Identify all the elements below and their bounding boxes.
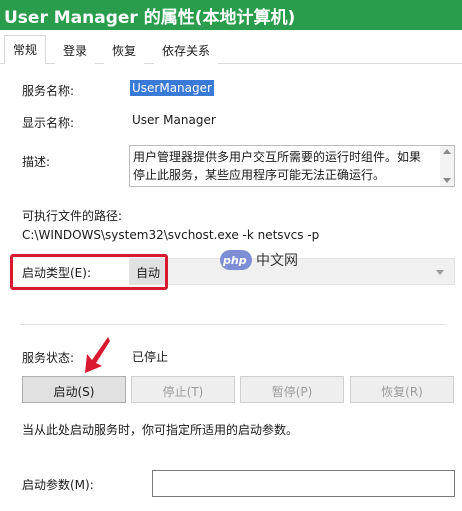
scroll-down-icon[interactable]	[443, 178, 451, 183]
service-status-value: 已停止	[132, 350, 169, 364]
divider	[20, 324, 445, 325]
php-logo-icon: php	[220, 250, 252, 270]
annotation-highlight-box	[10, 254, 168, 290]
tab-general[interactable]: 常规	[4, 35, 47, 65]
tab-strip: 常规 登录 恢复 依存关系	[0, 30, 462, 65]
watermark-text: 中文网	[256, 253, 298, 269]
chevron-down-icon[interactable]	[436, 270, 444, 275]
pause-button[interactable]: 暂停(P)	[240, 376, 344, 403]
start-button[interactable]: 启动(S)	[22, 376, 126, 403]
annotation-arrow-icon	[85, 337, 110, 373]
watermark-logo-text: php	[223, 254, 247, 267]
display-name-label: 显示名称:	[22, 116, 75, 130]
start-params-hint: 当从此处启动服务时，你可指定所适用的启动参数。	[22, 423, 299, 437]
general-panel: 服务名称: UserManager 显示名称: User Manager 描述:…	[0, 64, 462, 511]
description-text: 用户管理器提供多用户交互所需要的运行时组件。如果停止此服务，某些应用程序可能无法…	[133, 150, 422, 182]
window-title: User Manager 的属性(本地计算机)	[4, 8, 296, 28]
service-name-value[interactable]: UserManager	[130, 80, 214, 96]
service-name-text[interactable]: UserManager	[130, 80, 214, 96]
exe-path-label: 可执行文件的路径:	[22, 209, 123, 223]
start-params-input[interactable]	[152, 470, 455, 497]
description-scrollbar[interactable]	[440, 146, 454, 186]
tab-recovery[interactable]: 恢复	[104, 38, 145, 64]
title-bar[interactable]: User Manager 的属性(本地计算机)	[0, 0, 462, 30]
display-name-value[interactable]: User Manager	[132, 113, 216, 127]
exe-path-value[interactable]: C:\WINDOWS\system32\svchost.exe -k netsv…	[22, 228, 319, 242]
scroll-up-icon[interactable]	[443, 149, 451, 154]
service-status-label: 服务状态:	[22, 351, 75, 365]
description-label: 描述:	[22, 155, 51, 169]
resume-button[interactable]: 恢复(R)	[350, 376, 454, 403]
service-name-label: 服务名称:	[22, 84, 75, 98]
description-box[interactable]: 用户管理器提供多用户交互所需要的运行时组件。如果停止此服务，某些应用程序可能无法…	[129, 145, 455, 187]
tab-logon[interactable]: 登录	[55, 38, 96, 64]
tab-dependencies[interactable]: 依存关系	[154, 38, 219, 64]
start-params-label: 启动参数(M):	[22, 478, 94, 492]
stop-button[interactable]: 停止(T)	[131, 376, 235, 403]
